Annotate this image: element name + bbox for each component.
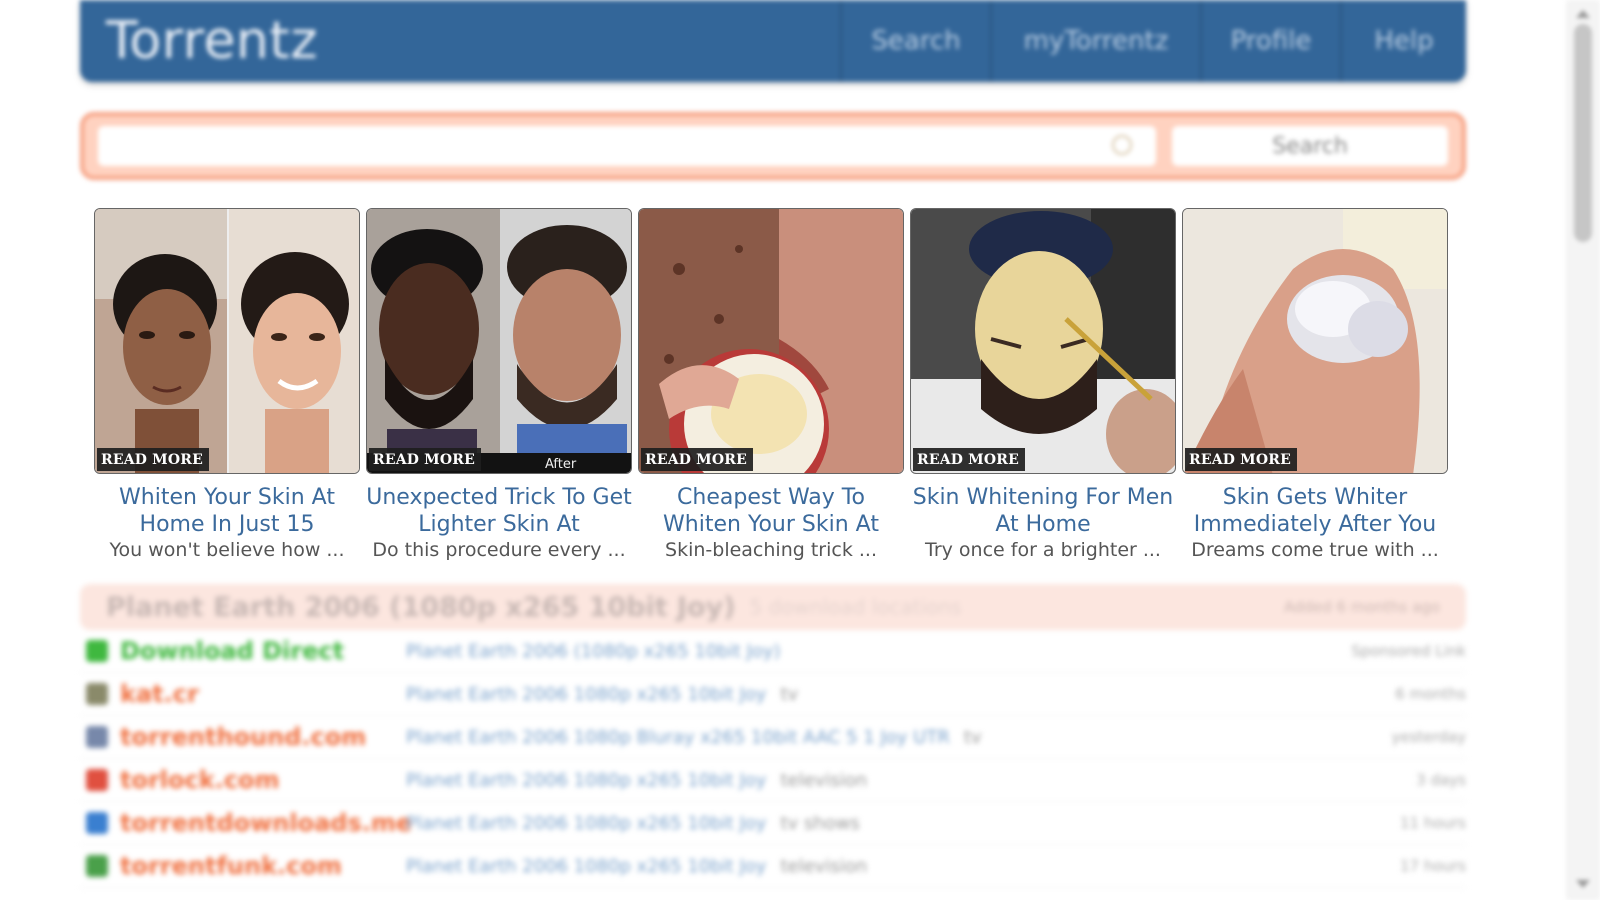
- ad-title[interactable]: Skin Whitening For Men At Home: [910, 484, 1176, 538]
- site-favicon-icon: [86, 683, 108, 705]
- site-logo[interactable]: Torrentz: [106, 11, 318, 71]
- result-row[interactable]: torlock.com Planet Earth 2006 1080p x265 …: [80, 759, 1466, 802]
- results-section: Planet Earth 2006 (1080p x265 10bit Joy)…: [80, 584, 1466, 888]
- sponsored-ads: READ MORE Whiten Your Skin At Home In Ju…: [94, 208, 1466, 568]
- result-torrent-link[interactable]: Planet Earth 2006 1080p x265 10bit Joy: [406, 770, 766, 791]
- ad-card[interactable]: After READ MORE Unexpected Trick To Get …: [366, 208, 632, 560]
- result-row[interactable]: Download Direct Planet Earth 2006 (1080p …: [80, 630, 1466, 673]
- main-nav: Search myTorrentz Profile Help: [840, 0, 1466, 82]
- result-age: 17 hours: [1399, 857, 1466, 875]
- site-favicon-icon: [86, 726, 108, 748]
- nav-search[interactable]: Search: [840, 0, 990, 82]
- result-row[interactable]: torrentdownloads.me Planet Earth 2006 108…: [80, 802, 1466, 845]
- read-more-badge: READ MORE: [641, 448, 753, 471]
- result-age: 11 hours: [1399, 814, 1466, 832]
- ad-description: Skin-bleaching trick ...: [665, 539, 877, 560]
- ad-title[interactable]: Skin Gets Whiter Immediately After You: [1182, 484, 1448, 538]
- result-site-link[interactable]: torrentfunk.com: [120, 852, 398, 880]
- ad-image[interactable]: READ MORE: [1182, 208, 1448, 474]
- results-list: Download Direct Planet Earth 2006 (1080p …: [80, 630, 1466, 888]
- result-site-link[interactable]: kat.cr: [120, 680, 398, 708]
- result-site-link[interactable]: torrentdownloads.me: [120, 809, 412, 837]
- search-icon: [1112, 135, 1132, 155]
- result-category: tv: [780, 683, 799, 705]
- ad-description: Try once for a brighter ...: [925, 539, 1161, 560]
- result-category: tv shows: [780, 812, 860, 834]
- ad-description: You won't believe how ...: [109, 539, 345, 560]
- ad-image[interactable]: READ MORE: [94, 208, 360, 474]
- result-site-link[interactable]: torrenthound.com: [120, 723, 398, 751]
- result-torrent-link[interactable]: Planet Earth 2006 (1080p x265 10bit Joy): [406, 641, 780, 662]
- results-title: Planet Earth 2006 (1080p x265 10bit Joy): [106, 591, 736, 623]
- result-row[interactable]: torrentfunk.com Planet Earth 2006 1080p x…: [80, 845, 1466, 888]
- ad-image[interactable]: READ MORE: [638, 208, 904, 474]
- result-category: television: [780, 855, 868, 877]
- result-site-link[interactable]: torlock.com: [120, 766, 398, 794]
- scroll-up-arrow-icon[interactable]: [1576, 10, 1590, 18]
- result-row[interactable]: torrenthound.com Planet Earth 2006 1080p …: [80, 716, 1466, 759]
- page-scrollbar[interactable]: [1566, 0, 1600, 900]
- search-input[interactable]: [98, 126, 1156, 166]
- result-row[interactable]: kat.cr Planet Earth 2006 1080p x265 10bit…: [80, 673, 1466, 716]
- result-torrent-link[interactable]: Planet Earth 2006 1080p x265 10bit Joy: [406, 684, 766, 705]
- site-favicon-icon: [86, 640, 108, 662]
- results-header: Planet Earth 2006 (1080p x265 10bit Joy)…: [80, 584, 1466, 630]
- ad-title[interactable]: Unexpected Trick To Get Lighter Skin At: [366, 484, 632, 538]
- site-favicon-icon: [86, 769, 108, 791]
- ad-image[interactable]: After READ MORE: [366, 208, 632, 474]
- result-age: 3 days: [1416, 771, 1466, 789]
- nav-help[interactable]: Help: [1340, 0, 1466, 82]
- result-age: Sponsored Link: [1351, 642, 1466, 660]
- ad-card[interactable]: READ MORE Skin Whitening For Men At Home…: [910, 208, 1176, 560]
- ad-title[interactable]: Whiten Your Skin At Home In Just 15: [94, 484, 360, 538]
- result-age: yesterday: [1391, 728, 1466, 746]
- ad-title[interactable]: Cheapest Way To Whiten Your Skin At: [638, 484, 904, 538]
- after-label: After: [545, 457, 577, 472]
- search-bar: Search: [80, 112, 1466, 180]
- results-subtitle: 5 download locations: [749, 595, 962, 619]
- ad-card[interactable]: READ MORE Skin Gets Whiter Immediately A…: [1182, 208, 1448, 560]
- ad-card[interactable]: READ MORE Whiten Your Skin At Home In Ju…: [94, 208, 360, 560]
- site-favicon-icon: [86, 812, 108, 834]
- ad-card[interactable]: READ MORE Cheapest Way To Whiten Your Sk…: [638, 208, 904, 560]
- scrollbar-thumb[interactable]: [1574, 24, 1592, 242]
- result-torrent-link[interactable]: Planet Earth 2006 1080p x265 10bit Joy: [406, 856, 766, 877]
- nav-mytorrentz[interactable]: myTorrentz: [990, 0, 1200, 82]
- site-header: Torrentz Search myTorrentz Profile Help: [80, 0, 1466, 82]
- ad-description: Do this procedure every ...: [372, 539, 626, 560]
- result-category: television: [780, 769, 868, 791]
- result-category: tv: [963, 726, 982, 748]
- result-torrent-link[interactable]: Planet Earth 2006 1080p x265 10bit Joy: [406, 813, 766, 834]
- read-more-badge: READ MORE: [97, 448, 209, 471]
- read-more-badge: READ MORE: [369, 448, 481, 471]
- nav-profile[interactable]: Profile: [1200, 0, 1340, 82]
- result-age: 6 months: [1395, 685, 1466, 703]
- read-more-badge: READ MORE: [1185, 448, 1297, 471]
- ad-description: Dreams come true with ...: [1191, 539, 1439, 560]
- site-favicon-icon: [86, 855, 108, 877]
- ad-image[interactable]: READ MORE: [910, 208, 1176, 474]
- read-more-badge: READ MORE: [913, 448, 1025, 471]
- result-torrent-link[interactable]: Planet Earth 2006 1080p Bluray x265 10bi…: [406, 727, 950, 748]
- results-added: Added 6 months ago: [1283, 598, 1440, 616]
- result-site-link[interactable]: Download Direct: [120, 637, 398, 665]
- scroll-down-arrow-icon[interactable]: [1576, 880, 1590, 888]
- search-button[interactable]: Search: [1172, 126, 1448, 166]
